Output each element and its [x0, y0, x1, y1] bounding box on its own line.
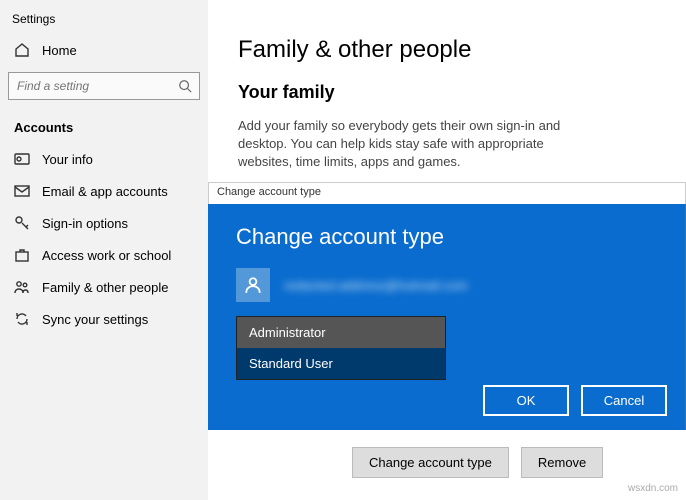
- dialog-buttons: OK Cancel: [483, 385, 667, 416]
- dropdown-option-administrator[interactable]: Administrator: [237, 317, 445, 348]
- avatar: [236, 268, 270, 302]
- footer-buttons: Change account type Remove: [352, 447, 603, 478]
- sidebar-item-sync[interactable]: Sync your settings: [0, 303, 208, 335]
- section-subhead: Your family: [238, 82, 656, 103]
- sidebar-item-signin[interactable]: Sign-in options: [0, 207, 208, 239]
- watermark: wsxdn.com: [628, 483, 678, 494]
- app-title: Settings: [0, 8, 208, 34]
- home-icon: [14, 42, 30, 58]
- badge-icon: [14, 151, 30, 167]
- sidebar-item-label: Your info: [42, 152, 93, 167]
- user-email: redacted.address@hotmail.com: [284, 278, 468, 293]
- sidebar-item-label: Family & other people: [42, 280, 168, 295]
- key-icon: [14, 215, 30, 231]
- sidebar-item-work-school[interactable]: Access work or school: [0, 239, 208, 271]
- dialog-titlebar: Change account type: [208, 182, 686, 204]
- page-title: Family & other people: [238, 36, 656, 64]
- section-title-accounts: Accounts: [0, 110, 208, 143]
- sidebar-item-family[interactable]: Family & other people: [0, 271, 208, 303]
- sidebar-item-label: Email & app accounts: [42, 184, 168, 199]
- nav-home-label: Home: [42, 43, 77, 58]
- sidebar-item-label: Access work or school: [42, 248, 171, 263]
- sync-icon: [14, 311, 30, 327]
- change-account-type-button[interactable]: Change account type: [352, 447, 509, 478]
- search-input[interactable]: [8, 72, 200, 100]
- briefcase-icon: [14, 247, 30, 263]
- sidebar-item-label: Sign-in options: [42, 216, 128, 231]
- search-field[interactable]: [8, 72, 200, 100]
- account-type-dropdown[interactable]: Administrator Standard User: [236, 316, 446, 380]
- sidebar-item-your-info[interactable]: Your info: [0, 143, 208, 175]
- dialog-title: Change account type: [236, 224, 657, 250]
- mail-icon: [14, 183, 30, 199]
- dropdown-option-standard-user[interactable]: Standard User: [237, 348, 445, 379]
- sidebar-item-label: Sync your settings: [42, 312, 148, 327]
- people-icon: [14, 279, 30, 295]
- user-row: redacted.address@hotmail.com: [236, 268, 657, 302]
- sidebar-item-email[interactable]: Email & app accounts: [0, 175, 208, 207]
- change-account-type-dialog: Change account type redacted.address@hot…: [208, 204, 686, 430]
- body-text: Add your family so everybody gets their …: [238, 117, 578, 172]
- nav-home[interactable]: Home: [0, 34, 208, 66]
- sidebar: Settings Home Accounts Your info Email &…: [0, 0, 208, 500]
- search-icon: [178, 79, 192, 93]
- remove-button[interactable]: Remove: [521, 447, 603, 478]
- cancel-button[interactable]: Cancel: [581, 385, 667, 416]
- ok-button[interactable]: OK: [483, 385, 569, 416]
